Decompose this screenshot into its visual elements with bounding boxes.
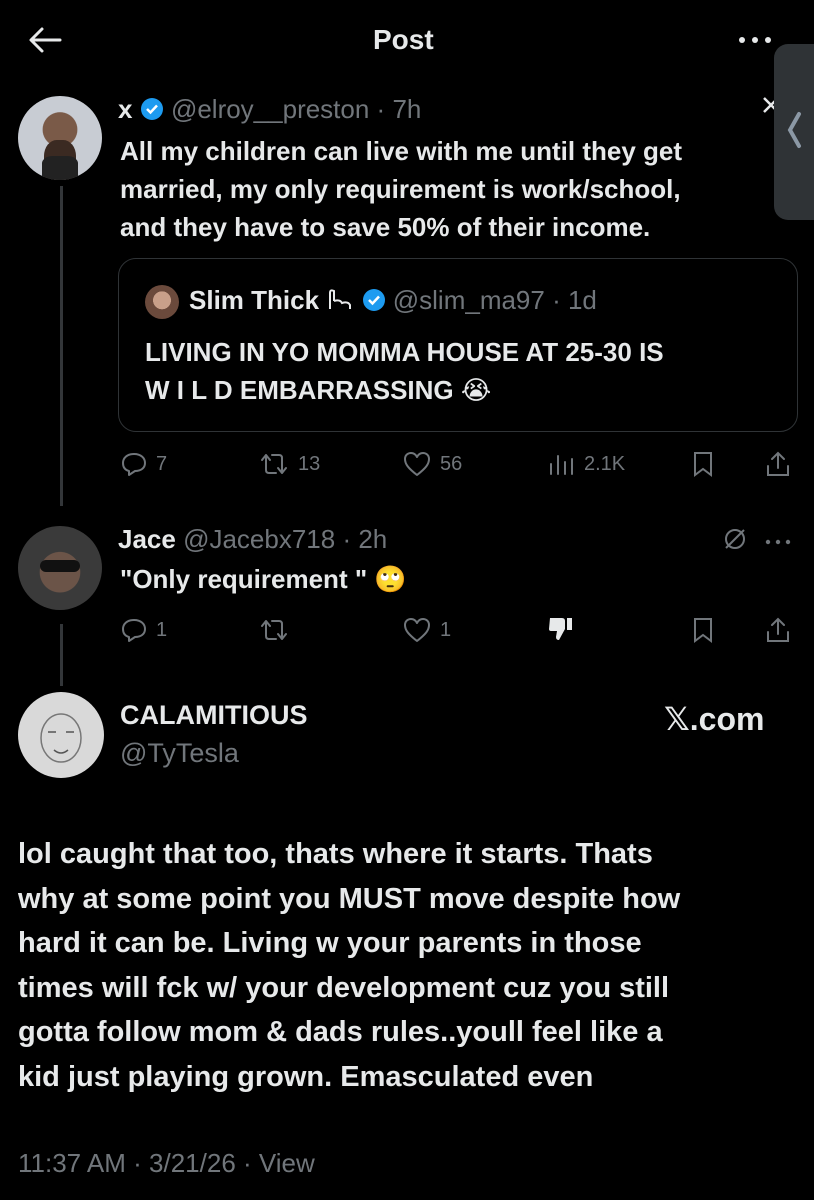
share-button[interactable] <box>764 450 792 483</box>
like-button[interactable]: 56 <box>402 450 462 478</box>
repost-button[interactable] <box>258 616 290 644</box>
tweet-text-line: All my children can live with me until t… <box>120 136 683 166</box>
repost-count: 13 <box>298 452 321 475</box>
reply-icon <box>122 619 146 642</box>
thread-line <box>60 624 63 686</box>
like-count: 56 <box>440 452 463 475</box>
share-icon <box>767 617 789 642</box>
more-options-icon[interactable] <box>764 534 792 552</box>
display-name[interactable]: Jace <box>118 524 176 554</box>
chevron-left-icon <box>787 112 801 148</box>
bookmark-button[interactable] <box>690 450 716 483</box>
display-name: Slim Thick <box>189 285 320 315</box>
quoted-text-line: LIVING IN YO MOMMA HOUSE AT 25-30 IS <box>145 337 664 367</box>
analytics-icon <box>550 455 573 475</box>
user-handle[interactable]: @TyTesla <box>120 738 239 769</box>
like-button[interactable]: 1 <box>402 616 451 644</box>
user-handle[interactable]: @elroy__preston <box>171 94 369 124</box>
repost-icon <box>261 620 287 640</box>
tweet-text: "Only requirement " 🙄 <box>120 564 407 594</box>
avatar <box>145 285 179 319</box>
back-arrow-icon[interactable] <box>26 24 64 56</box>
page-title: Post <box>373 24 434 55</box>
tweet-header: Jace @Jacebx718 · 2h <box>118 524 388 554</box>
user-handle[interactable]: @Jacebx718 <box>183 524 335 554</box>
post-body-line: gotta follow mom & dads rules..youll fee… <box>18 1016 663 1048</box>
user-handle: @slim_ma97 <box>392 285 545 315</box>
thumbs-down-icon <box>549 618 572 640</box>
post-time: 1d <box>567 285 597 315</box>
dislike-button[interactable] <box>546 614 576 649</box>
verified-badge-icon <box>140 98 163 120</box>
views-button[interactable]: 2.1K <box>546 450 625 478</box>
reply-count: 7 <box>156 452 168 475</box>
bookmark-icon <box>694 452 712 477</box>
verified-badge-icon <box>362 289 385 311</box>
display-name[interactable]: CALAMITIOUS <box>120 700 307 731</box>
post-footer[interactable]: 11:37 AM · 3/21/26 · View <box>18 1148 315 1179</box>
avatar[interactable] <box>18 692 104 778</box>
quoted-text-line: W I L D EMBARRASSING 😭 <box>145 375 492 405</box>
post-body: lol caught that too, thats where it star… <box>18 832 680 1099</box>
heart-icon <box>404 618 430 642</box>
quoted-tweet-text: LIVING IN YO MOMMA HOUSE AT 25-30 IS W I… <box>145 333 664 409</box>
tweet-text: All my children can live with me until t… <box>120 132 682 246</box>
tweet-text-line: and they have to save 50% of their incom… <box>120 212 651 242</box>
reply-button[interactable]: 1 <box>120 616 167 644</box>
close-icon[interactable] <box>760 94 774 116</box>
post-time[interactable]: 2h <box>358 524 387 554</box>
sketch-face-icon <box>40 713 82 763</box>
avatar[interactable] <box>18 526 102 610</box>
brand-watermark: 𝕏.com <box>664 701 765 737</box>
hand-emoji-icon <box>329 289 352 309</box>
more-options-icon[interactable] <box>736 30 776 50</box>
reply-icon <box>122 453 146 476</box>
like-count: 1 <box>440 618 452 641</box>
repost-button[interactable]: 13 <box>258 450 320 478</box>
view-count: 2.1K <box>584 452 626 475</box>
side-panel-handle[interactable] <box>774 44 814 220</box>
post-body-line: hard it can be. Living w your parents in… <box>18 927 642 959</box>
bookmark-icon <box>694 618 712 643</box>
reply-button[interactable]: 7 <box>120 450 167 478</box>
repost-icon <box>261 454 287 474</box>
thread-line <box>60 186 63 506</box>
post-time[interactable]: 7h <box>392 94 421 124</box>
quoted-tweet-card[interactable]: Slim Thick @slim_ma97 · 1d LIVING IN YO … <box>118 258 798 432</box>
share-icon <box>767 451 789 476</box>
post-body-line: times will fck w/ your development cuz y… <box>18 971 670 1004</box>
post-body-line: why at some point you MUST move despite … <box>18 882 681 915</box>
avatar[interactable] <box>18 96 102 180</box>
display-name[interactable]: x <box>118 94 132 124</box>
quoted-tweet-header: Slim Thick @slim_ma97 · 1d <box>189 285 597 315</box>
post-body-line: lol caught that too, thats where it star… <box>18 838 653 870</box>
share-button[interactable] <box>764 616 792 649</box>
post-body-line: kid just playing grown. Emasculated even <box>18 1060 594 1093</box>
reply-count: 1 <box>156 618 168 641</box>
bookmark-button[interactable] <box>690 616 716 649</box>
heart-icon <box>404 452 430 476</box>
tweet-text-line: married, my only requirement is work/sch… <box>120 174 681 204</box>
grok-icon[interactable] <box>722 526 748 557</box>
tweet-header: x @elroy__preston · 7h <box>118 94 422 124</box>
